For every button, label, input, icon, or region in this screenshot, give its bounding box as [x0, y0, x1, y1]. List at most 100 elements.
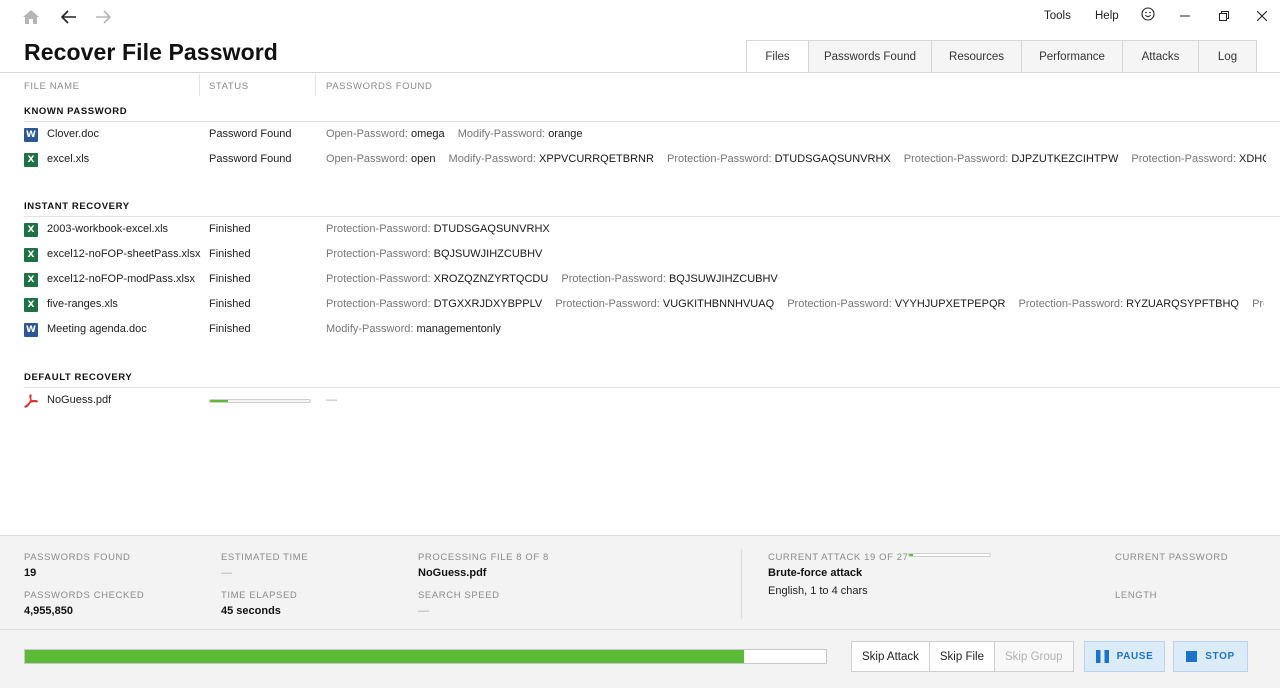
skip-file-button[interactable]: Skip File — [929, 642, 995, 671]
skip-attack-button[interactable]: Skip Attack — [852, 642, 930, 671]
feedback-smiley-icon[interactable] — [1137, 4, 1159, 24]
column-separator[interactable] — [315, 74, 316, 96]
forward-arrow-icon[interactable] — [92, 6, 114, 28]
restore-icon[interactable] — [1213, 6, 1235, 26]
excel-file-icon: X — [24, 248, 38, 262]
back-arrow-icon[interactable] — [58, 6, 80, 28]
file-row[interactable]: W Clover.doc Password Found Open-Passwor… — [0, 125, 1280, 145]
passwords-list: Protection-Password: DTUDSGAQSUNVRHX — [326, 223, 1266, 235]
excel-file-icon: X — [24, 273, 38, 287]
tab-passwords-found[interactable]: Passwords Found — [809, 40, 932, 73]
column-header-file-name[interactable]: FILE NAME — [24, 81, 80, 92]
tab-attacks[interactable]: Attacks — [1123, 40, 1199, 73]
passwords-found-value: 19 — [24, 567, 37, 579]
password-value: XPPVCURRQETBRNR — [539, 153, 654, 165]
tab-resources[interactable]: Resources — [932, 40, 1022, 73]
file-status: Finished — [209, 248, 251, 260]
password-value: XDHQUPUPFMHKSI — [1239, 153, 1266, 165]
password-label: Protection-Password: — [667, 153, 772, 165]
passwords-checked-value: 4,955,850 — [24, 605, 73, 617]
file-row[interactable]: X excel12-noFOP-modPass.xlsx Finished Pr… — [0, 270, 1280, 290]
file-name: Meeting agenda.doc — [47, 323, 147, 335]
password-label: Protection-Password: — [555, 298, 660, 310]
estimated-time-label: ESTIMATED TIME — [221, 552, 309, 563]
section-divider — [24, 216, 1280, 217]
password-label: Protection-Password: — [903, 153, 1009, 165]
password-value: open — [411, 153, 436, 165]
password-label: Protection-Password: — [326, 273, 431, 285]
file-name: excel12-noFOP-modPass.xlsx — [47, 273, 195, 285]
pause-button[interactable]: PAUSE — [1084, 641, 1165, 672]
passwords-list: Open-Password: open Modify-Password: XPP… — [326, 153, 1266, 165]
tools-menu[interactable]: Tools — [1044, 10, 1071, 22]
file-row[interactable]: X 2003-workbook-excel.xls Finished Prote… — [0, 220, 1280, 240]
current-attack-value: Brute-force attack — [768, 567, 863, 579]
passwords-list: Protection-Password: XROZQZNZYRTQCDU Pro… — [326, 273, 1266, 285]
password-label: Protection-Password: — [326, 298, 431, 310]
password-entry: Protection-Password: DTUDSGAQSUNVRHX — [667, 153, 891, 165]
processing-file-label: PROCESSING FILE 8 OF 8 — [418, 552, 549, 563]
close-icon[interactable] — [1251, 6, 1273, 26]
tab-performance[interactable]: Performance — [1022, 40, 1123, 73]
excel-file-icon: X — [24, 298, 38, 312]
current-attack-label: CURRENT ATTACK 19 OF 27 — [768, 552, 909, 563]
file-row[interactable]: W Meeting agenda.doc Finished Modify-Pas… — [0, 320, 1280, 340]
password-entry: Protection-Password: RYZUARQSYPFTBHQ — [1019, 298, 1239, 310]
column-separator[interactable] — [199, 74, 200, 96]
help-menu[interactable]: Help — [1095, 10, 1119, 22]
password-value: orange — [548, 128, 583, 140]
password-value: managementonly — [416, 323, 501, 335]
password-entry: Protection-Password: XDHQUPUPFMHKSI — [1131, 153, 1266, 165]
password-label: Modify-Password: — [326, 323, 414, 335]
length-label: LENGTH — [1115, 590, 1158, 601]
file-status: Finished — [209, 323, 251, 335]
password-value: VYYHJUPXETPEPQR — [894, 298, 1006, 310]
tab-log[interactable]: Log — [1199, 40, 1257, 73]
passwords-found-label: PASSWORDS FOUND — [24, 552, 131, 563]
password-entry: Modify-Password: managementonly — [326, 323, 501, 335]
password-label: Modify-Password: — [457, 128, 546, 140]
file-row[interactable]: X excel.xls Password Found Open-Password… — [0, 150, 1280, 170]
passwords-list: Protection-Password: DTGXXRJDXYBPPLV Pro… — [326, 298, 1264, 310]
skip-group-button[interactable]: Skip Group — [995, 642, 1073, 671]
attack-progress-bar — [908, 553, 991, 557]
password-entry: Protection-Password: BQJSUWJIHZCUBHV — [561, 273, 777, 285]
tab-files[interactable]: Files — [746, 40, 809, 73]
skip-button-group: Skip Attack Skip File Skip Group — [851, 641, 1074, 672]
overall-progress-bar — [24, 649, 827, 664]
home-icon[interactable] — [20, 6, 42, 28]
passwords-list: Modify-Password: managementonly — [326, 323, 1266, 335]
passwords-checked-label: PASSWORDS CHECKED — [24, 590, 145, 601]
minimize-icon[interactable] — [1174, 6, 1196, 26]
file-name: 2003-workbook-excel.xls — [47, 223, 169, 235]
stats-panel: PASSWORDS FOUND 19 PASSWORDS CHECKED 4,9… — [0, 535, 1280, 630]
file-status: Password Found — [209, 128, 292, 140]
column-header-passwords-found[interactable]: PASSWORDS FOUND — [326, 81, 432, 92]
current-attack-detail: English, 1 to 4 chars — [768, 585, 868, 597]
password-label: Protection-Password: — [326, 223, 431, 235]
file-name: excel.xls — [47, 153, 90, 165]
file-name: NoGuess.pdf — [47, 394, 112, 406]
estimated-time-value: — — [221, 567, 232, 579]
stop-icon — [1186, 651, 1198, 662]
tab-divider — [0, 72, 1280, 73]
file-status: Finished — [209, 223, 251, 235]
password-entry: Protection-Password: DTGXXRJDXYBPPLV — [326, 298, 542, 310]
stop-button[interactable]: STOP — [1173, 641, 1248, 672]
section-title-known-password: KNOWN PASSWORD — [24, 106, 128, 117]
password-label: Protection-Password: — [1131, 153, 1236, 165]
file-name: excel12-noFOP-sheetPass.xlsx — [47, 248, 201, 260]
file-row[interactable]: NoGuess.pdf — — [0, 391, 1280, 411]
pause-icon — [1095, 650, 1109, 663]
password-entry: Protection-Password: VYYHJUPXETPEPQR — [787, 298, 1005, 310]
tab-bar: Files Passwords Found Resources Performa… — [746, 40, 1257, 73]
file-progress-bar — [209, 399, 311, 403]
column-header-status[interactable]: STATUS — [209, 81, 249, 92]
file-status: Finished — [209, 298, 251, 310]
file-row[interactable]: X excel12-noFOP-sheetPass.xlsx Finished … — [0, 245, 1280, 265]
section-title-default-recovery: DEFAULT RECOVERY — [24, 372, 133, 383]
password-value: DTUDSGAQSUNVRHX — [433, 223, 550, 235]
stats-divider — [741, 549, 742, 619]
file-row[interactable]: X five-ranges.xls Finished Protection-Pa… — [0, 295, 1280, 315]
pause-label: PAUSE — [1116, 651, 1154, 662]
